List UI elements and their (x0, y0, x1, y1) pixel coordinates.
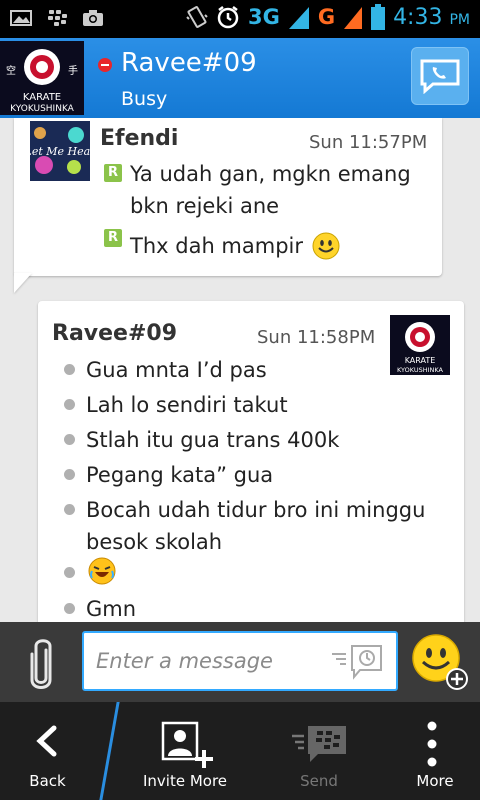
bullet-icon (64, 399, 75, 410)
message-time: Sun 11:57PM (309, 132, 428, 153)
message-text: Gua mnta I’d pas (86, 358, 267, 382)
efendi-avatar-text: Let Me Hear (30, 145, 90, 158)
bbm-icon (48, 10, 67, 26)
send-bbm-icon (292, 726, 346, 762)
message-input-placeholder: Enter a message (96, 649, 273, 673)
sender-name: Ravee#09 (52, 321, 178, 346)
read-icon: R (104, 229, 122, 247)
send-button[interactable]: Send (264, 702, 374, 800)
smile-emoji-icon (312, 232, 340, 260)
message-text: Gmn (86, 597, 137, 621)
bullet-icon (64, 434, 75, 445)
bottom-action-bar: Back Invite More Send More (0, 702, 480, 800)
back-arrow-icon (36, 725, 57, 757)
invite-more-label: Invite More (142, 772, 228, 790)
avatar-text-bottom: KYOKUSHINKA (10, 104, 75, 114)
contact-status: Busy (121, 88, 168, 110)
send-label: Send (300, 772, 338, 790)
contact-avatar[interactable]: 空 手 KARATE KYOKUSHINKA (0, 41, 84, 115)
bullet-icon (64, 567, 75, 578)
more-vertical-icon (427, 721, 437, 767)
message-bubble-ravee: Ravee#09 Sun 11:58PM KARATE KYOKUSHINKA … (38, 301, 464, 622)
network-g-label: G (317, 5, 336, 29)
laugh-emoji-icon (88, 557, 116, 585)
send-status-icon (332, 645, 382, 680)
call-button[interactable] (411, 47, 469, 105)
message-text: Ya udah gan, mgkn emang bkn rejeki ane (130, 162, 411, 218)
avatar-text-top: KARATE (405, 356, 436, 365)
bullet-icon (64, 469, 75, 480)
ravee-avatar[interactable]: KARATE KYOKUSHINKA (390, 315, 450, 375)
bullet-icon (64, 364, 75, 375)
message-text: Lah lo sendiri takut (86, 393, 288, 417)
signal-3g-icon (288, 7, 309, 29)
message-input[interactable]: Enter a message (82, 631, 398, 691)
emoji-button[interactable] (412, 634, 470, 692)
invite-more-button[interactable]: Invite More (120, 702, 250, 800)
status-clock: 4:33 PM (393, 4, 470, 30)
attach-icon[interactable] (26, 636, 56, 692)
network-3g-label: 3G (247, 5, 280, 29)
avatar-text-bottom: KYOKUSHINKA (397, 366, 444, 374)
efendi-avatar[interactable]: Let Me Hear (30, 121, 90, 181)
read-icon: R (104, 164, 122, 182)
message-text: Stlah itu gua trans 400k (86, 428, 340, 452)
back-button[interactable]: Back (0, 702, 95, 800)
more-button[interactable]: More (390, 702, 480, 800)
bullet-icon (64, 504, 75, 515)
phone-icon (420, 59, 460, 94)
message-bubble-efendi: Let Me Hear Efendi Sun 11:57PM R Ya udah… (14, 118, 442, 276)
avatar-text-top: KARATE (23, 92, 61, 103)
divider (99, 702, 120, 800)
message-text: Thx dah mampir (130, 234, 304, 258)
busy-icon (98, 58, 112, 72)
conversation-header: 空 手 KARATE KYOKUSHINKA Ravee#09 Busy (0, 38, 480, 118)
back-label: Back (29, 772, 66, 790)
chat-area[interactable]: Let Me Hear Efendi Sun 11:57PM R Ya udah… (0, 118, 480, 622)
invite-contact-icon (161, 721, 213, 768)
message-time: Sun 11:58PM (257, 327, 376, 348)
vibrate-icon (186, 6, 208, 28)
bubble-tail (14, 273, 32, 293)
compose-bar: Enter a message (0, 622, 480, 702)
sender-name: Efendi (100, 126, 179, 151)
svg-text:空: 空 (6, 64, 16, 77)
bullet-icon (64, 603, 75, 614)
svg-text:手: 手 (68, 64, 78, 77)
camera-icon (83, 10, 103, 26)
status-bar: 3G G 4:33 PM (0, 0, 480, 38)
signal-g-icon (344, 7, 363, 29)
message-text: Pegang kata” gua (86, 463, 274, 487)
alarm-icon (217, 6, 239, 29)
message-text: Bocah udah tidur bro ini minggu besok sk… (86, 498, 426, 554)
contact-name[interactable]: Ravee#09 (121, 48, 257, 78)
more-label: More (416, 772, 454, 790)
gallery-icon (10, 10, 32, 26)
battery-icon (371, 4, 386, 30)
